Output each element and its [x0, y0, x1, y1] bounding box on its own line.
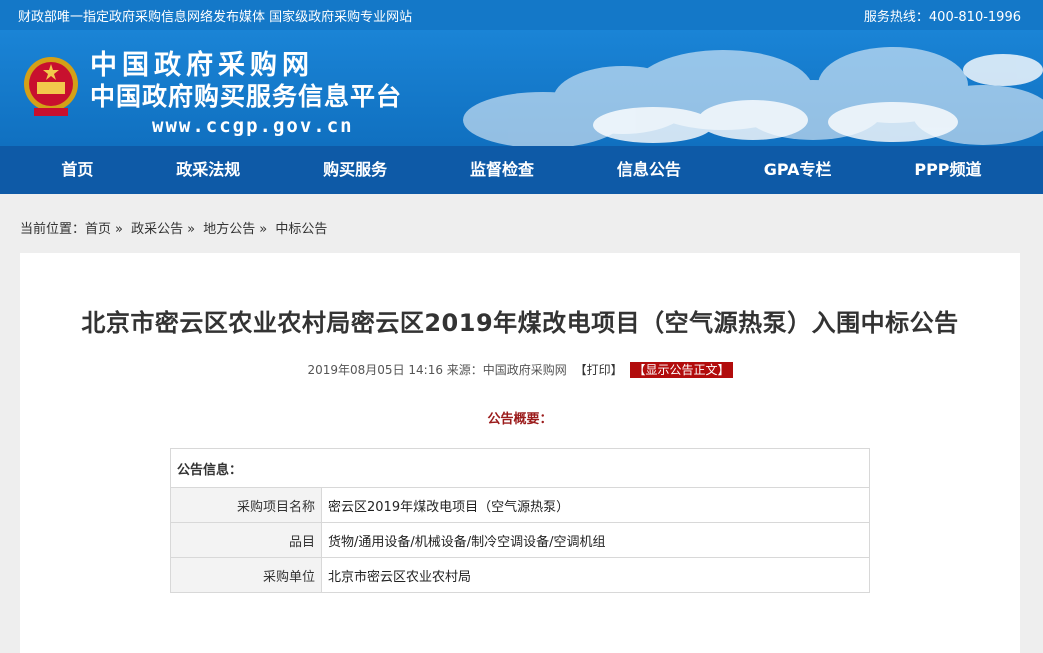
table-row: 采购项目名称 密云区2019年煤改电项目（空气源热泵） [170, 487, 870, 523]
site-url: www.ccgp.gov.cn [152, 115, 354, 137]
nav-item-ppp[interactable]: PPP频道 [898, 146, 997, 194]
breadcrumb-separator: » [115, 222, 123, 237]
breadcrumb-separator: » [187, 222, 196, 237]
breadcrumb-award-notices[interactable]: 中标公告 [275, 222, 327, 237]
show-full-text-button[interactable]: 【显示公告正文】 [630, 362, 733, 378]
breadcrumb-procurement-notices[interactable]: 政采公告 [131, 222, 183, 237]
site-logo-text[interactable]: 中国政府采购网 中国政府购买服务信息平台 www.ccgp.gov.cn [90, 50, 402, 140]
article-meta: 2019年08月05日 14:16 来源：中国政府采购网 【打印】 【显示公告正… [20, 361, 1020, 378]
article-title: 北京市密云区农业农村局密云区2019年煤改电项目（空气源热泵）入围中标公告 [81, 309, 959, 337]
breadcrumb-label: 当前位置： [20, 222, 86, 237]
table-row: 品目 货物/通用设备/机械设备/制冷空调设备/空调机组 [170, 522, 870, 558]
nav-item-announcements[interactable]: 信息公告 [601, 146, 697, 194]
clouds-decoration [463, 47, 1043, 146]
row-value: 货物/通用设备/机械设备/制冷空调设备/空调机组 [321, 522, 870, 558]
nav-item-home[interactable]: 首页 [45, 146, 109, 194]
row-label: 采购单位 [170, 557, 322, 593]
summary-heading: 公告概要： [487, 412, 553, 427]
nav-item-regulations[interactable]: 政采法规 [160, 146, 256, 194]
row-label: 采购项目名称 [170, 487, 322, 523]
service-hotline: 服务热线：400-810-1996 [863, 9, 1021, 25]
table-row: 采购单位 北京市密云区农业农村局 [170, 557, 870, 593]
top-slogan: 财政部唯一指定政府采购信息网络发布媒体 国家级政府采购专业网站 [18, 9, 413, 25]
row-value: 密云区2019年煤改电项目（空气源热泵） [321, 487, 870, 523]
breadcrumb-local-notices[interactable]: 地方公告 [203, 222, 255, 237]
info-table-header: 公告信息： [170, 448, 870, 488]
nav-item-gpa[interactable]: GPA专栏 [748, 146, 848, 194]
article-source: 来源：中国政府采购网 [446, 363, 567, 377]
site-name: 中国政府采购网 [90, 50, 314, 81]
row-value: 北京市密云区农业农村局 [321, 557, 870, 593]
site-banner: 中国政府采购网 中国政府购买服务信息平台 www.ccgp.gov.cn [0, 30, 1043, 146]
site-subtitle: 中国政府购买服务信息平台 [90, 82, 403, 111]
top-info-bar: 财政部唯一指定政府采购信息网络发布媒体 国家级政府采购专业网站 服务热线：400… [0, 0, 1043, 30]
nav-item-purchase-services[interactable]: 购买服务 [307, 146, 403, 194]
print-link[interactable]: 【打印】 [575, 363, 623, 377]
nav-item-supervision[interactable]: 监督检查 [454, 146, 550, 194]
row-label: 品目 [170, 522, 322, 558]
breadcrumb-home[interactable]: 首页 [85, 222, 111, 237]
national-emblem-icon[interactable] [22, 52, 80, 122]
breadcrumb-separator: » [259, 222, 268, 237]
main-nav: 首页 政采法规 购买服务 监督检查 信息公告 GPA专栏 PPP频道 [0, 146, 1043, 194]
article-panel: 北京市密云区农业农村局密云区2019年煤改电项目（空气源热泵）入围中标公告 20… [20, 253, 1020, 653]
notice-info-table: 公告信息： 采购项目名称 密云区2019年煤改电项目（空气源热泵） 品目 货物/… [170, 448, 870, 593]
publish-datetime: 2019年08月05日 14:16 [307, 363, 443, 377]
